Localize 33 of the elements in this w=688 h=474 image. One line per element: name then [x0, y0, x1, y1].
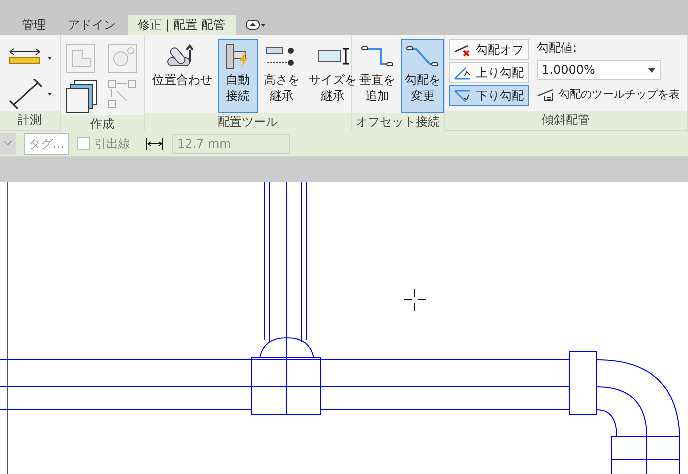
slope-value-dropdown[interactable]: 1.0000%	[537, 60, 661, 80]
leader-label: 引出線	[94, 136, 130, 152]
caret-icon	[648, 68, 656, 72]
group-label: オフセット接続	[352, 113, 444, 132]
ribbon-tab[interactable]: 修正 | 配置 配管	[128, 15, 236, 35]
slope-button[interactable]: 下り勾配	[449, 85, 529, 106]
group-label: 配置ツール	[145, 113, 351, 132]
ribbon-tab[interactable]: アドイン	[58, 15, 126, 35]
group-label: 計測	[0, 111, 60, 130]
leader-checkbox[interactable]	[77, 137, 90, 150]
ruler-icon	[8, 47, 52, 67]
caret-icon	[4, 141, 12, 146]
ribbon-button[interactable]: 高さを継承	[260, 39, 304, 113]
ribbon-tab[interactable]: 管理	[12, 15, 56, 35]
ribbon-button[interactable]: 位置合わせ	[149, 39, 216, 113]
slope-button[interactable]: 勾配オフ	[449, 39, 529, 60]
cube-icon	[65, 43, 97, 75]
crosshair-cursor-icon	[404, 289, 426, 311]
slope-tooltip-toggle[interactable]: 勾配のツールチップを表	[559, 87, 680, 104]
ribbon-button[interactable]: 勾配を変更	[401, 39, 444, 113]
slope-tooltip-icon	[537, 88, 555, 102]
slope-value-label: 勾配値:	[537, 40, 578, 57]
ribbon-button[interactable]: 自動接続	[218, 39, 258, 113]
slope-down-icon	[454, 88, 472, 102]
slope-up-icon	[454, 66, 472, 80]
group-label: 傾斜配管	[445, 111, 687, 130]
collapse-icon	[246, 20, 266, 30]
diagonal-measure-icon	[8, 79, 52, 109]
flow-diagram-icon	[106, 79, 138, 111]
width-dimension-icon	[146, 136, 164, 150]
slope-off-icon	[454, 42, 472, 56]
dropdown-button[interactable]	[0, 132, 16, 154]
slope-button[interactable]: 上り勾配	[449, 62, 529, 83]
